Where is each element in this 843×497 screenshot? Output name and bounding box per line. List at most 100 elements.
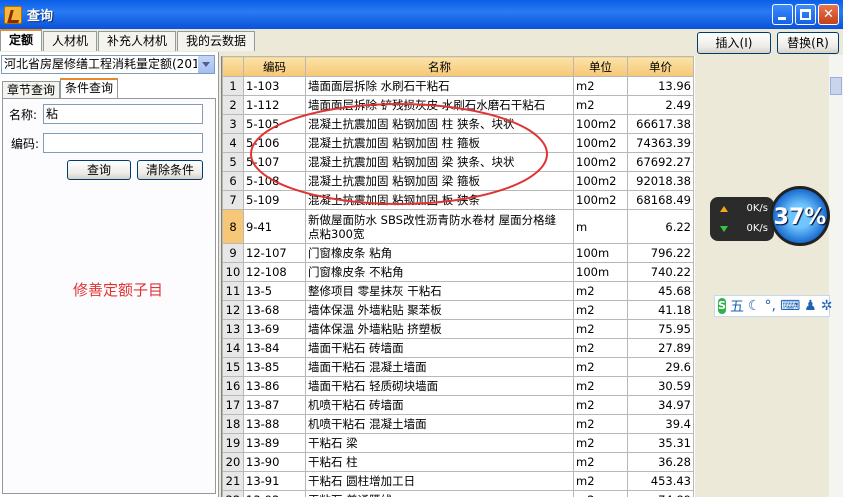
row-number-cell[interactable]: 6 xyxy=(222,171,244,191)
corner-cell[interactable] xyxy=(222,56,244,77)
tab-quota[interactable]: 定额 xyxy=(0,29,43,51)
row-number-cell[interactable]: 13 xyxy=(222,319,244,339)
name-cell[interactable]: 整修项目 零星抹灰 干粘石 xyxy=(305,281,574,301)
price-cell[interactable]: 34.97 xyxy=(627,395,694,415)
price-cell[interactable]: 13.96 xyxy=(627,76,694,96)
sogou-icon[interactable]: S xyxy=(718,298,726,314)
unit-cell[interactable]: 100m2 xyxy=(573,190,628,210)
name-cell[interactable]: 墙体保温 外墙粘贴 挤塑板 xyxy=(305,319,574,339)
price-cell[interactable]: 30.59 xyxy=(627,376,694,396)
name-cell[interactable]: 混凝土抗震加固 粘钢加固 梁 狭条、块状 xyxy=(305,152,574,172)
name-cell[interactable]: 门窗橡皮条 不粘角 xyxy=(305,262,574,282)
name-cell[interactable]: 墙面干粘石 混凝土墙面 xyxy=(305,357,574,377)
name-cell[interactable]: 干粘石 圆柱增加工日 xyxy=(305,471,574,491)
price-cell[interactable]: 27.89 xyxy=(627,338,694,358)
price-cell[interactable]: 74363.39 xyxy=(627,133,694,153)
name-cell[interactable]: 墙体保温 外墙粘贴 聚苯板 xyxy=(305,300,574,320)
unit-cell[interactable]: 100m2 xyxy=(573,152,628,172)
table-row[interactable]: 21 13-91 干粘石 圆柱增加工日 m2 453.43 xyxy=(222,471,694,491)
column-header-price[interactable]: 单价 xyxy=(627,56,694,77)
name-cell[interactable]: 干粘石 梁 xyxy=(305,433,574,453)
table-row[interactable]: 16 13-86 墙面干粘石 轻质砌块墙面 m2 30.59 xyxy=(222,376,694,396)
row-number-cell[interactable]: 19 xyxy=(222,433,244,453)
price-cell[interactable]: 36.28 xyxy=(627,452,694,472)
name-cell[interactable]: 混凝土抗震加固 粘钢加固 板 狭条 xyxy=(305,190,574,210)
row-number-cell[interactable]: 20 xyxy=(222,452,244,472)
skin-icon[interactable]: ✲ xyxy=(821,298,833,314)
row-number-cell[interactable]: 7 xyxy=(222,190,244,210)
code-cell[interactable]: 13-91 xyxy=(243,471,306,491)
table-row[interactable]: 8 9-41 新做屋面防水 SBS改性沥青防水卷材 屋面分格缝 点粘300宽 m 6.2… xyxy=(222,209,694,244)
table-row[interactable]: 11 13-5 整修项目 零星抹灰 干粘石 m2 45.68 xyxy=(222,281,694,301)
price-cell[interactable]: 39.4 xyxy=(627,414,694,434)
code-cell[interactable]: 5-108 xyxy=(243,171,306,191)
code-cell[interactable]: 13-84 xyxy=(243,338,306,358)
code-cell[interactable]: 13-87 xyxy=(243,395,306,415)
table-row[interactable]: 9 12-107 门窗橡皮条 粘角 100m 796.22 xyxy=(222,243,694,263)
unit-cell[interactable]: m2 xyxy=(573,452,628,472)
code-input[interactable] xyxy=(43,133,203,153)
column-header-unit[interactable]: 单位 xyxy=(573,56,628,77)
code-cell[interactable]: 13-92 xyxy=(243,490,306,497)
name-cell[interactable]: 墙面干粘石 砖墙面 xyxy=(305,338,574,358)
ime-mode-label[interactable]: 五 xyxy=(730,296,744,316)
network-speed-widget[interactable]: 0K/s 0K/s xyxy=(710,197,774,241)
unit-cell[interactable]: 100m2 xyxy=(573,133,628,153)
keyboard-icon[interactable]: ⌨ xyxy=(780,298,800,314)
tab-supplement-material[interactable]: 补充人材机 xyxy=(98,31,177,51)
name-cell[interactable]: 干粘石 柱 xyxy=(305,452,574,472)
table-row[interactable]: 10 12-108 门窗橡皮条 不粘角 100m 740.22 xyxy=(222,262,694,282)
table-row[interactable]: 14 13-84 墙面干粘石 砖墙面 m2 27.89 xyxy=(222,338,694,358)
unit-cell[interactable]: m2 xyxy=(573,471,628,491)
price-cell[interactable]: 92018.38 xyxy=(627,171,694,191)
query-button[interactable]: 查询 xyxy=(67,160,131,180)
row-number-cell[interactable]: 22 xyxy=(222,490,244,497)
code-cell[interactable]: 13-88 xyxy=(243,414,306,434)
clear-conditions-button[interactable]: 清除条件 xyxy=(137,160,203,180)
maximize-button[interactable] xyxy=(795,4,816,25)
table-row[interactable]: 2213-92干粘石 普通腰线m274.89 xyxy=(222,490,694,497)
row-number-cell[interactable]: 17 xyxy=(222,395,244,415)
row-number-cell[interactable]: 14 xyxy=(222,338,244,358)
code-cell[interactable]: 13-69 xyxy=(243,319,306,339)
code-cell[interactable]: 5-107 xyxy=(243,152,306,172)
table-row[interactable]: 4 5-106 混凝土抗震加固 粘钢加固 柱 箍板 100m2 74363.39 xyxy=(222,133,694,153)
code-cell[interactable]: 5-106 xyxy=(243,133,306,153)
table-row[interactable]: 12 13-68 墙体保温 外墙粘贴 聚苯板 m2 41.18 xyxy=(222,300,694,320)
row-number-cell[interactable]: 1 xyxy=(222,76,244,96)
unit-cell[interactable]: m2 xyxy=(573,281,628,301)
row-number-cell[interactable]: 12 xyxy=(222,300,244,320)
table-row[interactable]: 15 13-85 墙面干粘石 混凝土墙面 m2 29.6 xyxy=(222,357,694,377)
unit-cell[interactable]: m2 xyxy=(573,357,628,377)
column-header-name[interactable]: 名称 xyxy=(305,56,574,77)
table-row[interactable]: 3 5-105 混凝土抗震加固 粘钢加固 柱 狭条、块状 100m2 66617.38 xyxy=(222,114,694,134)
table-row[interactable]: 6 5-108 混凝土抗震加固 粘钢加固 梁 箍板 100m2 92018.38 xyxy=(222,171,694,191)
price-cell[interactable]: 68168.49 xyxy=(627,190,694,210)
name-cell[interactable]: 门窗橡皮条 粘角 xyxy=(305,243,574,263)
table-row[interactable]: 13 13-69 墙体保温 外墙粘贴 挤塑板 m2 75.95 xyxy=(222,319,694,339)
row-number-cell[interactable]: 8 xyxy=(222,209,244,244)
table-row[interactable]: 19 13-89 干粘石 梁 m2 35.31 xyxy=(222,433,694,453)
code-cell[interactable]: 13-68 xyxy=(243,300,306,320)
unit-cell[interactable]: m2 xyxy=(573,300,628,320)
unit-cell[interactable]: m2 xyxy=(573,395,628,415)
name-cell[interactable]: 混凝土抗震加固 粘钢加固 柱 狭条、块状 xyxy=(305,114,574,134)
code-cell[interactable]: 5-109 xyxy=(243,190,306,210)
column-header-code[interactable]: 编码 xyxy=(243,56,306,77)
code-cell[interactable]: 12-108 xyxy=(243,262,306,282)
row-number-cell[interactable]: 11 xyxy=(222,281,244,301)
tab-my-cloud-data[interactable]: 我的云数据 xyxy=(177,31,256,51)
tab-chapter-query[interactable]: 章节查询 xyxy=(2,81,61,98)
quota-library-select[interactable]: 河北省房屋修缮工程消耗量定额(2013) xyxy=(1,55,215,74)
table-row[interactable]: 20 13-90 干粘石 柱 m2 36.28 xyxy=(222,452,694,472)
unit-cell[interactable]: m2 xyxy=(573,319,628,339)
price-cell[interactable]: 66617.38 xyxy=(627,114,694,134)
unit-cell[interactable]: m2 xyxy=(573,490,628,497)
code-cell[interactable]: 13-90 xyxy=(243,452,306,472)
price-cell[interactable]: 2.49 xyxy=(627,95,694,115)
table-row[interactable]: 18 13-88 机喷干粘石 混凝土墙面 m2 39.4 xyxy=(222,414,694,434)
user-icon[interactable]: ♟ xyxy=(804,298,817,314)
code-cell[interactable]: 13-85 xyxy=(243,357,306,377)
code-cell[interactable]: 1-103 xyxy=(243,76,306,96)
price-cell[interactable]: 740.22 xyxy=(627,262,694,282)
